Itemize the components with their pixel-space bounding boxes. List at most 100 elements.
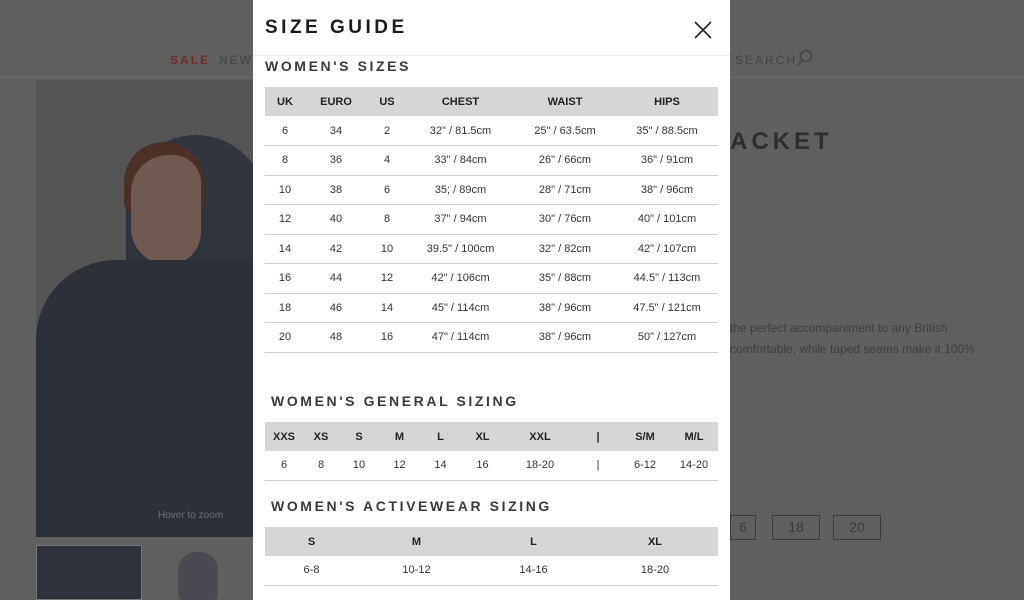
table-cell: 50" / 127cm: [616, 322, 718, 353]
table-cell: 12: [367, 263, 407, 294]
table-cell: 8: [303, 451, 339, 481]
table-cell: 42" / 106cm: [407, 263, 514, 294]
section-title-womens-sizes: WOMEN'S SIZES: [265, 58, 412, 74]
column-header: M: [379, 422, 420, 451]
table-cell: 38: [305, 175, 367, 205]
column-header: S/M: [620, 422, 670, 451]
size-option: 6: [730, 515, 756, 540]
table-cell: 6: [265, 451, 303, 481]
column-header: CHEST: [407, 87, 514, 116]
zoom-hint: Hover to zoom: [158, 510, 224, 521]
close-icon[interactable]: [693, 20, 713, 40]
table-cell: 46: [305, 293, 367, 323]
table-cell: 35; / 89cm: [407, 175, 514, 205]
nav-sale-link: SALE: [170, 53, 211, 67]
product-title: ACKET: [730, 128, 833, 155]
womens-activewear-sizing-table: S M L XL 6-8 10-12 14-16 18-20: [265, 527, 718, 586]
table-cell: 10: [265, 175, 305, 205]
table-cell: 12: [379, 451, 420, 481]
table-cell: 44.5" / 113cm: [616, 263, 718, 294]
size-option: 20: [833, 515, 881, 540]
table-cell: 40" / 101cm: [616, 204, 718, 235]
table-row: 20 48 16 47" / 114cm 38" / 96cm 50" / 12…: [265, 322, 718, 353]
nav-search-link: SEARCH: [735, 53, 798, 67]
product-description: the perfect accompaniment to any British…: [730, 321, 975, 356]
section-title-womens-activewear-sizing: WOMEN'S ACTIVEWEAR SIZING: [271, 498, 552, 514]
table-cell: 18: [265, 293, 305, 323]
column-header: US: [367, 87, 407, 116]
table-row: 10 38 6 35; / 89cm 28" / 71cm 38" / 96cm: [265, 175, 718, 205]
table-row: 14 42 10 39.5" / 100cm 32" / 82cm 42" / …: [265, 234, 718, 264]
table-cell: 6: [265, 116, 305, 146]
table-cell: 14: [420, 451, 461, 481]
column-header: UK: [265, 87, 305, 116]
table-cell: 39.5" / 100cm: [407, 234, 514, 264]
table-cell: 42" / 107cm: [616, 234, 718, 264]
table-cell: 14-20: [670, 451, 718, 481]
table-cell: 40: [305, 204, 367, 235]
table-header-row: UK EURO US CHEST WAIST HIPS: [265, 87, 718, 116]
size-guide-modal: WOMEN'S SIZES UK EURO US CHEST WAIST HIP…: [253, 0, 730, 600]
table-cell: 14-16: [475, 556, 592, 586]
table-cell: 26" / 66cm: [514, 145, 616, 176]
table-cell: 4: [367, 145, 407, 176]
table-cell: 16: [461, 451, 504, 481]
table-cell: 45" / 114cm: [407, 293, 514, 323]
table-cell: 25" / 63.5cm: [514, 116, 616, 146]
table-cell: 14: [367, 293, 407, 323]
modal-title: SIZE GUIDE: [265, 17, 408, 38]
table-cell: 8: [265, 145, 305, 176]
product-photo: Hover to zoom: [36, 80, 253, 537]
table-cell: 16: [367, 322, 407, 353]
size-option: 18: [772, 515, 820, 540]
table-cell: 35" / 88.5cm: [616, 116, 718, 146]
table-cell: 34: [305, 116, 367, 146]
column-header: M: [358, 527, 475, 556]
table-cell: 38" / 96cm: [514, 322, 616, 353]
table-cell: 36: [305, 145, 367, 176]
table-cell: 18-20: [504, 451, 576, 481]
product-thumbnail: [36, 545, 142, 600]
table-cell: 18-20: [592, 556, 718, 586]
table-cell: 8: [367, 204, 407, 235]
table-cell: 32" / 82cm: [514, 234, 616, 264]
column-header: L: [475, 527, 592, 556]
table-row: 16 44 12 42" / 106cm 35" / 88cm 44.5" / …: [265, 263, 718, 294]
column-header: HIPS: [616, 87, 718, 116]
table-cell: 6-8: [265, 556, 358, 586]
column-header: S: [265, 527, 358, 556]
table-cell: 33" / 84cm: [407, 145, 514, 176]
column-header: XL: [461, 422, 504, 451]
table-cell: 6-12: [620, 451, 670, 481]
table-cell: 14: [265, 234, 305, 264]
table-row: 12 40 8 37" / 94cm 30" / 76cm 40" / 101c…: [265, 204, 718, 235]
column-header: M/L: [670, 422, 718, 451]
column-header: XXS: [265, 422, 303, 451]
table-cell: 6: [367, 175, 407, 205]
table-row: 8 36 4 33" / 84cm 26" / 66cm 36" / 91cm: [265, 145, 718, 176]
section-title-womens-general-sizing: WOMEN'S GENERAL SIZING: [271, 393, 519, 409]
table-cell: 47" / 114cm: [407, 322, 514, 353]
table-row: 18 46 14 45" / 114cm 38" / 96cm 47.5" / …: [265, 293, 718, 323]
column-header: XS: [303, 422, 339, 451]
modal-header: SIZE GUIDE: [253, 0, 730, 56]
table-cell: 48: [305, 322, 367, 353]
table-cell: 12: [265, 204, 305, 235]
column-header: WAIST: [514, 87, 616, 116]
table-header-row: XXS XS S M L XL XXL | S/M M/L: [265, 422, 718, 451]
table-cell: 2: [367, 116, 407, 146]
column-header: EURO: [305, 87, 367, 116]
table-cell: 10: [339, 451, 379, 481]
table-header-row: S M L XL: [265, 527, 718, 556]
search-icon: [796, 49, 813, 66]
product-thumbnail: [178, 552, 218, 600]
womens-general-sizing-table: XXS XS S M L XL XXL | S/M M/L 6 8 10 12 …: [265, 422, 718, 481]
womens-sizes-table: UK EURO US CHEST WAIST HIPS 6 34 2 32" /…: [265, 87, 718, 353]
table-row: 6 8 10 12 14 16 18-20 | 6-12 14-20: [265, 451, 718, 481]
table-cell: 38" / 96cm: [616, 175, 718, 205]
column-header: XL: [592, 527, 718, 556]
table-cell: 44: [305, 263, 367, 294]
table-cell: 47.5" / 121cm: [616, 293, 718, 323]
table-row: 6-8 10-12 14-16 18-20: [265, 556, 718, 586]
column-header: S: [339, 422, 379, 451]
